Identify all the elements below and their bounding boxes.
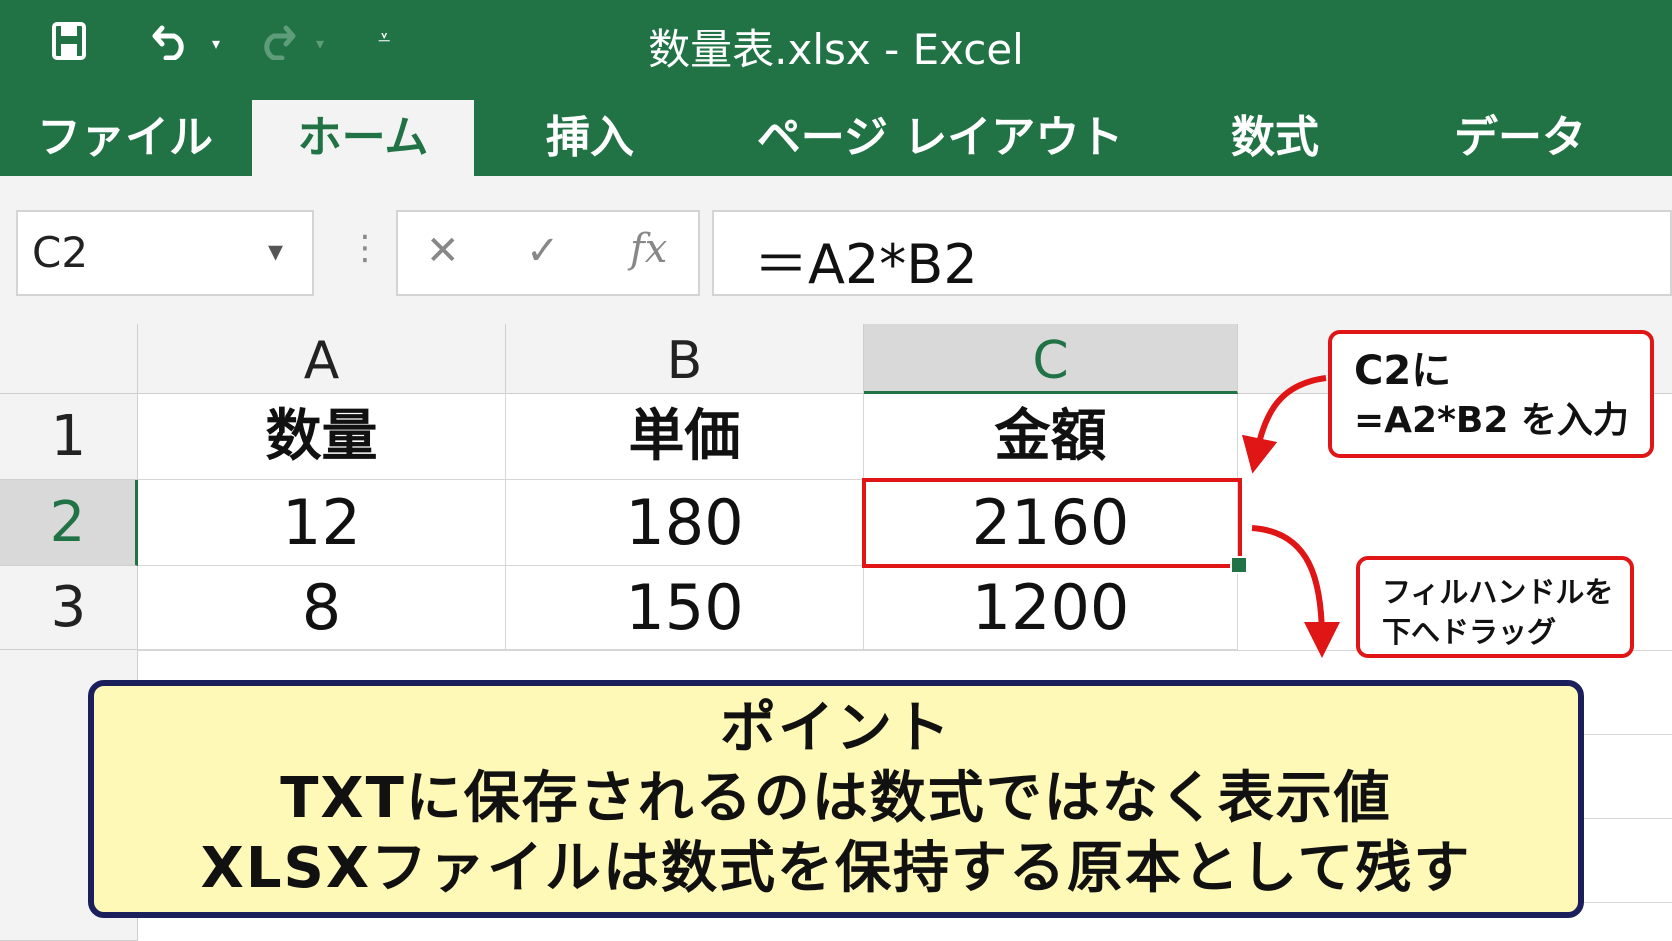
arrow-drag-down — [1251, 525, 1340, 658]
point-line-2: XLSXファイルは数式を保持する原本として残す — [200, 836, 1472, 901]
point-note: ポイント TXTに保存されるのは数式ではなく表示値 XLSXファイルは数式を保持… — [88, 680, 1584, 918]
arrow-to-c2 — [1241, 375, 1327, 474]
point-line-1: TXTに保存されるのは数式ではなく表示値 — [280, 766, 1392, 831]
point-title: ポイント — [720, 696, 952, 761]
